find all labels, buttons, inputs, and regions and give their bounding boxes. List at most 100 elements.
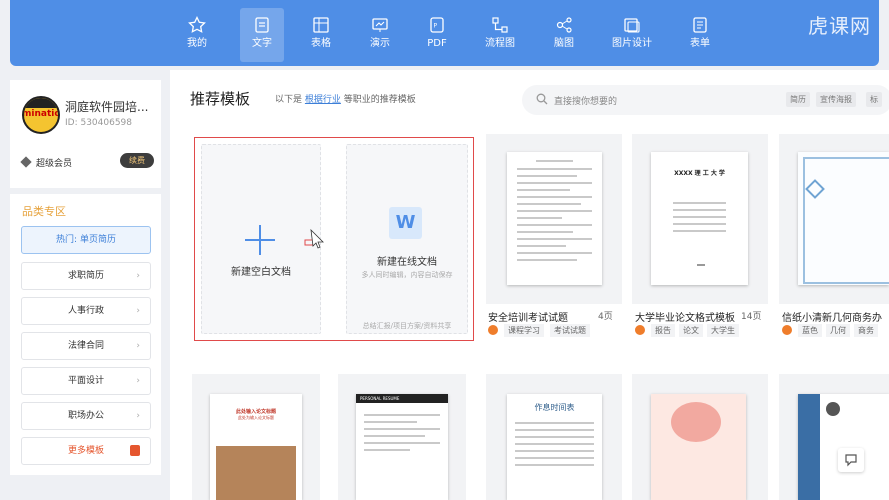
chat-icon bbox=[845, 454, 857, 467]
flowchart-icon bbox=[492, 17, 508, 33]
presentation-icon bbox=[372, 18, 388, 32]
tab-label: 表单 bbox=[690, 38, 710, 49]
category-item-graphic[interactable]: 平面设计 › bbox=[21, 367, 151, 395]
template-tag[interactable]: 考试试题 bbox=[550, 324, 590, 337]
template-name[interactable]: 信纸小清新几何商务办 bbox=[782, 309, 882, 324]
cursor-icon bbox=[304, 228, 324, 249]
template-icon bbox=[130, 445, 140, 456]
doc-lines bbox=[507, 152, 602, 274]
table-icon bbox=[313, 17, 329, 33]
word-icon: W bbox=[389, 207, 422, 239]
divider bbox=[10, 188, 161, 194]
tab-mindmap[interactable]: 脑图 bbox=[542, 8, 586, 62]
plus-icon bbox=[245, 225, 275, 255]
chevron-right-icon: › bbox=[136, 411, 140, 421]
tab-form[interactable]: 表单 bbox=[678, 8, 722, 62]
tab-label: 演示 bbox=[370, 38, 390, 49]
subtitle-suffix: 等职业的推荐模板 bbox=[343, 95, 416, 105]
tab-flowchart[interactable]: 流程图 bbox=[478, 8, 522, 62]
chevron-right-icon: › bbox=[136, 341, 140, 351]
template-tag[interactable]: 几何 bbox=[826, 324, 850, 337]
avatar-text: mination bbox=[22, 109, 60, 119]
page-title: 推荐模板 bbox=[190, 90, 251, 108]
template-pages: 14页 bbox=[741, 312, 762, 322]
template-tag[interactable]: 报告 bbox=[651, 324, 675, 337]
tab-presentation[interactable]: 演示 bbox=[358, 8, 402, 62]
template-tag[interactable]: 商务 bbox=[854, 324, 878, 337]
chevron-right-icon: › bbox=[136, 306, 140, 316]
doc-photo bbox=[216, 446, 296, 500]
template-card[interactable]: 此处输入论文标题 此处为输入论文标题 bbox=[192, 374, 320, 500]
renew-button[interactable]: 续费 bbox=[120, 153, 154, 168]
template-thumbnail: PERSONAL RESUME bbox=[356, 394, 448, 500]
template-name[interactable]: 安全培训考试试题 bbox=[488, 309, 568, 324]
category-item-hr[interactable]: 人事行政 › bbox=[21, 297, 151, 325]
chevron-right-icon: › bbox=[136, 376, 140, 386]
template-card[interactable] bbox=[779, 374, 889, 500]
template-tag[interactable]: 课程学习 bbox=[504, 324, 544, 337]
category-label: 法律合同 bbox=[67, 341, 104, 351]
doc-lines bbox=[507, 413, 602, 475]
doc-subtitle: 此处为输入论文标题 bbox=[238, 415, 274, 420]
chat-button[interactable] bbox=[838, 448, 864, 472]
template-thumbnail bbox=[507, 152, 602, 285]
category-item-office[interactable]: 职场办公 › bbox=[21, 402, 151, 430]
template-card[interactable] bbox=[632, 374, 768, 500]
tab-label: 脑图 bbox=[554, 38, 574, 49]
search-bar[interactable]: 直接搜你想要的 简历 宣传海报 标 bbox=[522, 85, 889, 115]
main-panel: 推荐模板 以下是 根据行业 等职业的推荐模板 直接搜你想要的 简历 宣传海报 标… bbox=[170, 70, 889, 500]
template-card-thesis[interactable]: XXXX 理 工 大 学 bbox=[632, 134, 768, 304]
template-card-letter-paper[interactable] bbox=[779, 134, 889, 304]
new-blank-label: 新建空白文档 bbox=[231, 267, 291, 278]
template-tag[interactable]: 蓝色 bbox=[798, 324, 822, 337]
template-thumbnail: 此处输入论文标题 此处为输入论文标题 bbox=[210, 394, 302, 500]
new-document-panel: 新建空白文档 W 新建在线文档 多人同时编辑，内容自动保存 总结汇报/项目方案/… bbox=[194, 137, 474, 341]
template-thumbnail bbox=[798, 152, 889, 285]
image-design-icon bbox=[624, 18, 640, 33]
doc-title: 此处输入论文标题 bbox=[235, 409, 276, 415]
more-templates-button[interactable]: 更多模板 bbox=[21, 437, 151, 465]
doc-footer bbox=[697, 264, 705, 266]
template-card[interactable]: PERSONAL RESUME bbox=[338, 374, 466, 500]
tab-pdf[interactable]: P PDF bbox=[415, 8, 459, 62]
star-icon bbox=[188, 16, 206, 33]
doc-sidebar bbox=[798, 394, 820, 500]
template-thumbnail bbox=[651, 394, 746, 500]
tab-table[interactable]: 表格 bbox=[299, 8, 343, 62]
avatar[interactable]: mination bbox=[22, 96, 60, 134]
industry-link[interactable]: 根据行业 bbox=[305, 95, 341, 105]
new-online-label: 新建在线文档 bbox=[377, 257, 437, 268]
new-online-hint: 总结汇报/项目方案/资料共享 bbox=[362, 322, 452, 330]
tab-image-design[interactable]: 图片设计 bbox=[610, 8, 654, 62]
search-icon bbox=[536, 93, 548, 105]
template-thumbnail: XXXX 理 工 大 学 bbox=[651, 152, 748, 285]
search-tag[interactable]: 简历 bbox=[786, 92, 810, 107]
category-heading: 品类专区 bbox=[22, 205, 66, 218]
template-type-icon bbox=[635, 325, 645, 335]
category-hot-resume[interactable]: 热门: 单页简历 bbox=[21, 226, 151, 254]
diamond-icon bbox=[20, 156, 32, 168]
tab-label: 我的 bbox=[187, 38, 207, 49]
search-input[interactable]: 直接搜你想要的 bbox=[554, 94, 617, 107]
template-card-safety-exam[interactable] bbox=[486, 134, 622, 304]
doc-title: XXXX 理 工 大 学 bbox=[674, 170, 725, 177]
template-tag[interactable]: 论文 bbox=[679, 324, 703, 337]
new-online-document[interactable]: W 新建在线文档 多人同时编辑，内容自动保存 总结汇报/项目方案/资料共享 bbox=[346, 144, 468, 334]
template-pages: 4页 bbox=[598, 312, 613, 322]
template-name[interactable]: 大学毕业论文格式模板 bbox=[635, 309, 735, 324]
tab-mine[interactable]: 我的 bbox=[175, 8, 219, 62]
template-type-icon bbox=[488, 325, 498, 335]
search-tag[interactable]: 标 bbox=[866, 92, 882, 107]
search-tag[interactable]: 宣传海报 bbox=[816, 92, 856, 107]
tab-text[interactable]: 文字 bbox=[240, 8, 284, 62]
user-name[interactable]: 洞庭软件园培... bbox=[65, 98, 148, 115]
template-tag[interactable]: 大学生 bbox=[707, 324, 739, 337]
doc-flower bbox=[671, 402, 721, 442]
new-online-desc: 多人同时编辑，内容自动保存 bbox=[361, 271, 453, 279]
user-id: ID: 530406598 bbox=[65, 118, 133, 128]
chevron-right-icon: › bbox=[136, 271, 140, 281]
template-card[interactable]: 作息时间表 bbox=[486, 374, 622, 500]
category-item-resume[interactable]: 求职简历 › bbox=[21, 262, 151, 290]
tab-label: 表格 bbox=[311, 38, 331, 49]
category-item-legal[interactable]: 法律合同 › bbox=[21, 332, 151, 360]
